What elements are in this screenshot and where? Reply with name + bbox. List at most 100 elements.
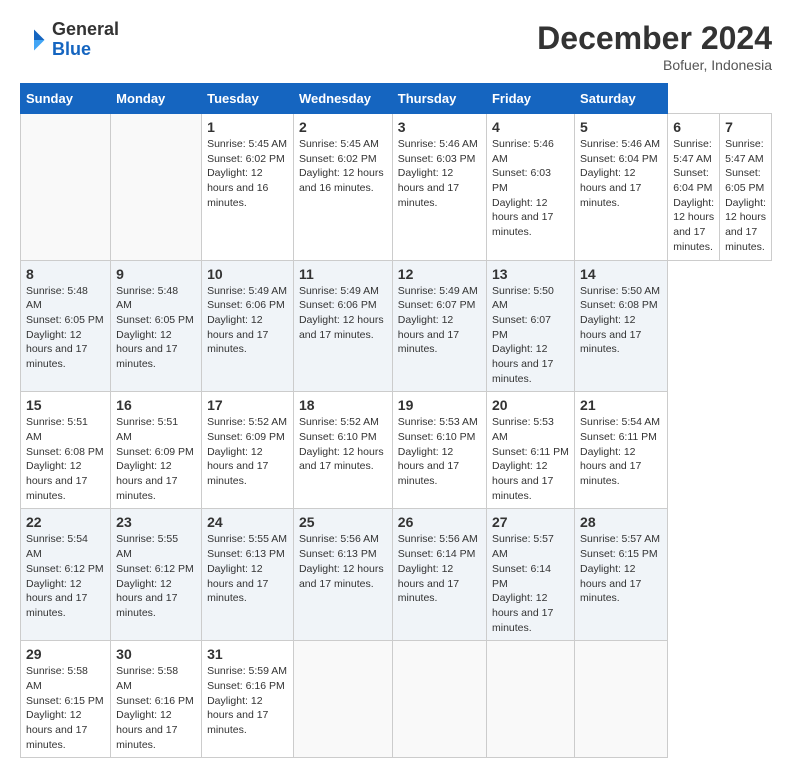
day-number: 4 xyxy=(492,119,569,135)
day-number: 13 xyxy=(492,266,569,282)
day-cell: 26Sunrise: 5:56 AMSunset: 6:14 PMDayligh… xyxy=(392,509,486,641)
cell-info: Sunrise: 5:55 AMSunset: 6:13 PMDaylight:… xyxy=(207,533,287,604)
day-cell: 30 Sunrise: 5:58 AMSunset: 6:16 PMDayligh… xyxy=(111,641,202,758)
week-row: 1 Sunrise: 5:45 AMSunset: 6:02 PMDaylight… xyxy=(21,114,772,261)
day-number: 10 xyxy=(207,266,288,282)
day-cell: 19Sunrise: 5:53 AMSunset: 6:10 PMDayligh… xyxy=(392,392,486,509)
week-row: 8 Sunrise: 5:48 AMSunset: 6:05 PMDaylight… xyxy=(21,260,772,392)
day-number: 5 xyxy=(580,119,662,135)
day-number: 9 xyxy=(116,266,196,282)
cell-info: Sunrise: 5:53 AMSunset: 6:10 PMDaylight:… xyxy=(398,416,478,487)
cell-info: Sunrise: 5:53 AMSunset: 6:11 PMDaylight:… xyxy=(492,416,569,501)
day-cell: 11 Sunrise: 5:49 AMSunset: 6:06 PMDayligh… xyxy=(293,260,392,392)
day-number: 6 xyxy=(673,119,714,135)
day-number: 8 xyxy=(26,266,105,282)
day-cell: 2 Sunrise: 5:45 AMSunset: 6:02 PMDaylight… xyxy=(293,114,392,261)
cell-info: Sunrise: 5:57 AMSunset: 6:15 PMDaylight:… xyxy=(580,533,660,604)
day-number: 18 xyxy=(299,397,387,413)
day-cell: 14 Sunrise: 5:50 AMSunset: 6:08 PMDayligh… xyxy=(575,260,668,392)
header-day-wednesday: Wednesday xyxy=(293,84,392,114)
month-title: December 2024 xyxy=(537,20,772,57)
day-cell xyxy=(293,641,392,758)
day-number: 22 xyxy=(26,514,105,530)
cell-info: Sunrise: 5:55 AMSunset: 6:12 PMDaylight:… xyxy=(116,533,194,618)
day-cell: 7 Sunrise: 5:47 AMSunset: 6:05 PMDaylight… xyxy=(720,114,772,261)
cell-info: Sunrise: 5:46 AMSunset: 6:03 PMDaylight:… xyxy=(398,138,478,209)
day-cell: 21 Sunrise: 5:54 AMSunset: 6:11 PMDayligh… xyxy=(575,392,668,509)
cell-info: Sunrise: 5:51 AMSunset: 6:08 PMDaylight:… xyxy=(26,416,104,501)
cell-info: Sunrise: 5:49 AMSunset: 6:06 PMDaylight:… xyxy=(207,285,287,356)
day-cell: 10 Sunrise: 5:49 AMSunset: 6:06 PMDayligh… xyxy=(202,260,294,392)
day-cell: 18 Sunrise: 5:52 AMSunset: 6:10 PMDayligh… xyxy=(293,392,392,509)
cell-info: Sunrise: 5:58 AMSunset: 6:16 PMDaylight:… xyxy=(116,665,194,750)
day-cell: 13Sunrise: 5:50 AMSunset: 6:07 PMDayligh… xyxy=(486,260,574,392)
cell-info: Sunrise: 5:47 AMSunset: 6:04 PMDaylight:… xyxy=(673,138,714,253)
cell-info: Sunrise: 5:54 AMSunset: 6:12 PMDaylight:… xyxy=(26,533,104,618)
header-day-friday: Friday xyxy=(486,84,574,114)
day-cell: 29Sunrise: 5:58 AMSunset: 6:15 PMDayligh… xyxy=(21,641,111,758)
day-number: 17 xyxy=(207,397,288,413)
calendar-body: 1 Sunrise: 5:45 AMSunset: 6:02 PMDaylight… xyxy=(21,114,772,758)
day-number: 14 xyxy=(580,266,662,282)
day-number: 27 xyxy=(492,514,569,530)
cell-info: Sunrise: 5:52 AMSunset: 6:10 PMDaylight:… xyxy=(299,416,384,472)
day-number: 24 xyxy=(207,514,288,530)
cell-info: Sunrise: 5:52 AMSunset: 6:09 PMDaylight:… xyxy=(207,416,287,487)
day-cell: 4 Sunrise: 5:46 AMSunset: 6:03 PMDaylight… xyxy=(486,114,574,261)
logo-general: General xyxy=(52,20,119,40)
day-number: 1 xyxy=(207,119,288,135)
header-day-tuesday: Tuesday xyxy=(202,84,294,114)
day-cell: 20 Sunrise: 5:53 AMSunset: 6:11 PMDayligh… xyxy=(486,392,574,509)
header-day-saturday: Saturday xyxy=(575,84,668,114)
logo-blue: Blue xyxy=(52,40,119,60)
day-number: 20 xyxy=(492,397,569,413)
day-number: 23 xyxy=(116,514,196,530)
day-cell: 3 Sunrise: 5:46 AMSunset: 6:03 PMDaylight… xyxy=(392,114,486,261)
logo: General Blue xyxy=(20,20,119,60)
day-cell: 1Sunrise: 5:45 AMSunset: 6:02 PMDaylight… xyxy=(202,114,294,261)
day-cell: 12Sunrise: 5:49 AMSunset: 6:07 PMDayligh… xyxy=(392,260,486,392)
cell-info: Sunrise: 5:46 AMSunset: 6:03 PMDaylight:… xyxy=(492,138,554,238)
cell-info: Sunrise: 5:50 AMSunset: 6:08 PMDaylight:… xyxy=(580,285,660,356)
day-cell xyxy=(575,641,668,758)
day-cell: 28Sunrise: 5:57 AMSunset: 6:15 PMDayligh… xyxy=(575,509,668,641)
day-cell: 8 Sunrise: 5:48 AMSunset: 6:05 PMDaylight… xyxy=(21,260,111,392)
day-cell: 24 Sunrise: 5:55 AMSunset: 6:13 PMDayligh… xyxy=(202,509,294,641)
logo-text: General Blue xyxy=(52,20,119,60)
day-number: 3 xyxy=(398,119,481,135)
cell-info: Sunrise: 5:46 AMSunset: 6:04 PMDaylight:… xyxy=(580,138,660,209)
day-cell: 16Sunrise: 5:51 AMSunset: 6:09 PMDayligh… xyxy=(111,392,202,509)
page-header: General Blue December 2024 Bofuer, Indon… xyxy=(20,20,772,73)
day-cell: 27 Sunrise: 5:57 AMSunset: 6:14 PMDayligh… xyxy=(486,509,574,641)
cell-info: Sunrise: 5:51 AMSunset: 6:09 PMDaylight:… xyxy=(116,416,194,501)
day-cell: 6 Sunrise: 5:47 AMSunset: 6:04 PMDaylight… xyxy=(668,114,720,261)
header-row: SundayMondayTuesdayWednesdayThursdayFrid… xyxy=(21,84,772,114)
day-cell: 25Sunrise: 5:56 AMSunset: 6:13 PMDayligh… xyxy=(293,509,392,641)
day-cell xyxy=(486,641,574,758)
logo-icon xyxy=(20,26,48,54)
cell-info: Sunrise: 5:49 AMSunset: 6:06 PMDaylight:… xyxy=(299,285,384,341)
empty-cell xyxy=(111,114,202,261)
cell-info: Sunrise: 5:56 AMSunset: 6:14 PMDaylight:… xyxy=(398,533,478,604)
cell-info: Sunrise: 5:45 AMSunset: 6:02 PMDaylight:… xyxy=(299,138,384,194)
day-cell: 31Sunrise: 5:59 AMSunset: 6:16 PMDayligh… xyxy=(202,641,294,758)
cell-info: Sunrise: 5:54 AMSunset: 6:11 PMDaylight:… xyxy=(580,416,660,487)
cell-info: Sunrise: 5:57 AMSunset: 6:14 PMDaylight:… xyxy=(492,533,554,633)
day-number: 31 xyxy=(207,646,288,662)
day-cell: 5 Sunrise: 5:46 AMSunset: 6:04 PMDaylight… xyxy=(575,114,668,261)
cell-info: Sunrise: 5:48 AMSunset: 6:05 PMDaylight:… xyxy=(26,285,104,370)
cell-info: Sunrise: 5:49 AMSunset: 6:07 PMDaylight:… xyxy=(398,285,478,356)
cell-info: Sunrise: 5:47 AMSunset: 6:05 PMDaylight:… xyxy=(725,138,766,253)
calendar-header: SundayMondayTuesdayWednesdayThursdayFrid… xyxy=(21,84,772,114)
header-day-sunday: Sunday xyxy=(21,84,111,114)
day-number: 2 xyxy=(299,119,387,135)
header-day-thursday: Thursday xyxy=(392,84,486,114)
day-number: 21 xyxy=(580,397,662,413)
day-number: 29 xyxy=(26,646,105,662)
day-number: 7 xyxy=(725,119,766,135)
day-number: 30 xyxy=(116,646,196,662)
day-cell: 15 Sunrise: 5:51 AMSunset: 6:08 PMDayligh… xyxy=(21,392,111,509)
day-number: 11 xyxy=(299,266,387,282)
day-number: 15 xyxy=(26,397,105,413)
title-block: December 2024 Bofuer, Indonesia xyxy=(537,20,772,73)
